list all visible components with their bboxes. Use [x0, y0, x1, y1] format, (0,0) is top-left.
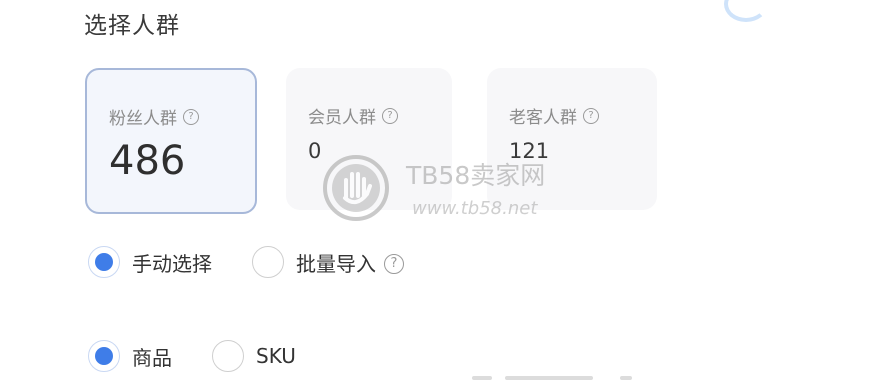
- question-circle-icon[interactable]: ?: [382, 107, 398, 124]
- watermark-url: www.tb58.net: [412, 198, 538, 219]
- audience-card-label: 老客人群 ?: [509, 103, 599, 128]
- radio-label: SKU: [256, 344, 296, 368]
- audience-card-count: 0: [308, 139, 322, 163]
- cut-off-content: [472, 376, 492, 380]
- select-audience-panel: 选择人群 粉丝人群 ? 486 会员人群 ? 0 老客人群 ? 121 手动选择…: [0, 0, 869, 380]
- hand-logo-icon: [323, 155, 389, 221]
- radio-label: 批量导入: [296, 251, 376, 276]
- radio-product[interactable]: 商品: [88, 340, 172, 372]
- radio-sku[interactable]: SKU: [212, 340, 296, 372]
- section-title: 选择人群: [84, 13, 180, 39]
- question-circle-icon[interactable]: ?: [183, 108, 199, 125]
- watermark-title: TB58卖家网: [406, 161, 546, 190]
- radio-label: 手动选择: [132, 251, 212, 276]
- audience-card-count: 486: [109, 138, 186, 184]
- radio-batch-import[interactable]: 批量导入 ?: [252, 246, 404, 278]
- radio-unchecked-icon[interactable]: [252, 246, 284, 278]
- radio-checked-icon[interactable]: [88, 246, 120, 278]
- audience-card-label: 粉丝人群 ?: [109, 104, 199, 129]
- cut-off-content: [620, 376, 632, 380]
- audience-card-label-text: 老客人群: [509, 108, 577, 128]
- question-circle-icon[interactable]: ?: [384, 254, 404, 274]
- audience-card-fans[interactable]: 粉丝人群 ? 486: [85, 68, 257, 214]
- audience-card-label-text: 粉丝人群: [109, 109, 177, 129]
- audience-card-label: 会员人群 ?: [308, 103, 398, 128]
- loading-arc-icon: [724, 0, 768, 22]
- watermark: TB58卖家网 www.tb58.net: [322, 154, 562, 226]
- radio-unchecked-icon[interactable]: [212, 340, 244, 372]
- question-circle-icon[interactable]: ?: [583, 107, 599, 124]
- radio-checked-icon[interactable]: [88, 340, 120, 372]
- selection-mode-radio-group: 手动选择 批量导入 ?: [88, 246, 404, 278]
- item-type-radio-group: 商品 SKU: [88, 340, 336, 372]
- radio-manual-select[interactable]: 手动选择: [88, 246, 212, 278]
- audience-card-label-text: 会员人群: [308, 108, 376, 128]
- radio-label: 商品: [132, 345, 172, 370]
- cut-off-content: [505, 376, 593, 380]
